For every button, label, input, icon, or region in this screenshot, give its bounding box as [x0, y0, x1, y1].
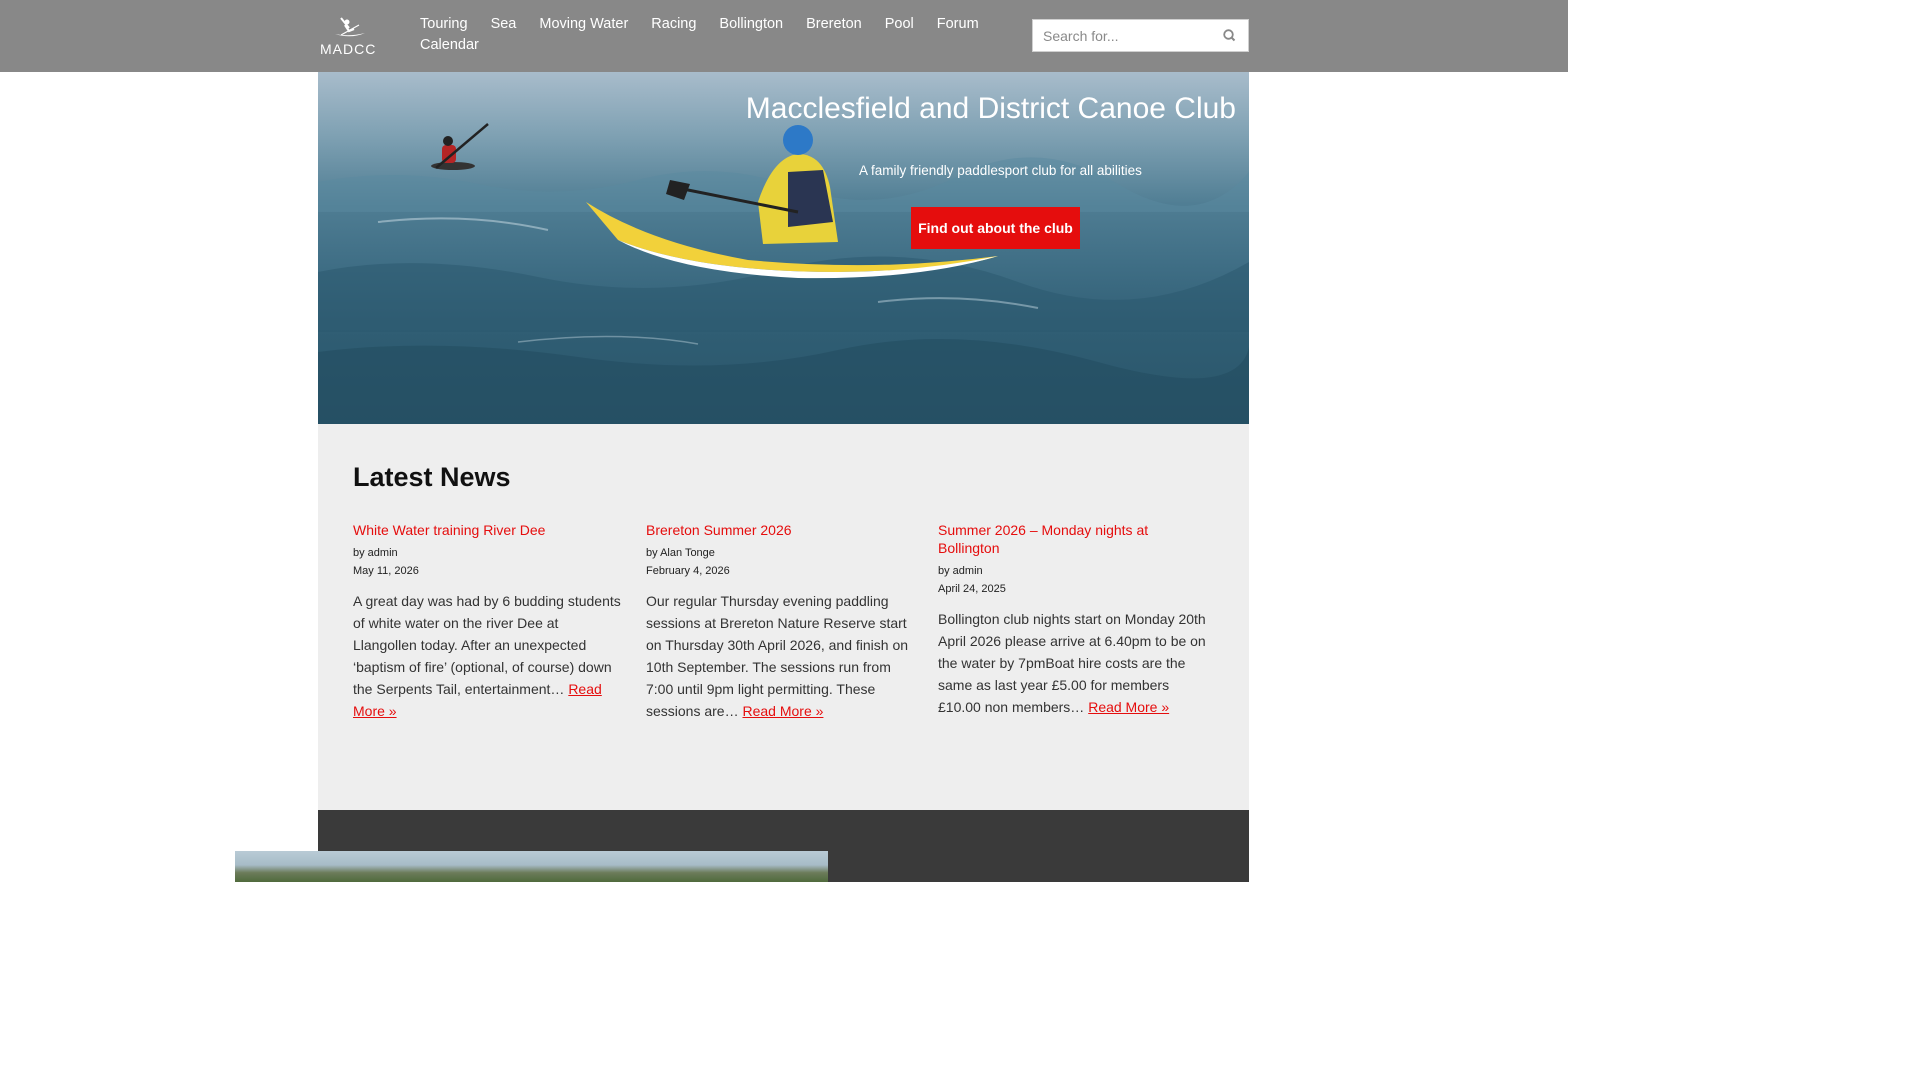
- nav-pool[interactable]: Pool: [885, 14, 914, 35]
- footer-photo: [235, 851, 828, 882]
- hero-banner: Macclesfield and District Canoe Club A f…: [318, 72, 1249, 424]
- news-post: Brereton Summer 2026 by Alan Tonge Febru…: [646, 521, 919, 722]
- nav-touring[interactable]: Touring: [420, 14, 468, 35]
- post-date: February 4, 2026: [646, 565, 730, 577]
- news-post: White Water training River Dee by admin …: [353, 521, 626, 722]
- post-author: by admin: [353, 547, 398, 559]
- news-heading: Latest News: [353, 462, 511, 492]
- find-out-button[interactable]: Find out about the club: [911, 207, 1080, 249]
- nav-brereton[interactable]: Brereton: [806, 14, 862, 35]
- nav-racing[interactable]: Racing: [651, 14, 696, 35]
- post-author: by admin: [938, 565, 983, 577]
- search-icon[interactable]: [1220, 26, 1240, 46]
- nav-bollington[interactable]: Bollington: [719, 14, 783, 35]
- nav-calendar[interactable]: Calendar: [420, 35, 479, 56]
- post-excerpt: Bollington club nights start on Monday 2…: [938, 608, 1211, 718]
- main-nav: Touring Sea Moving Water Racing Bollington Br…: [420, 14, 980, 56]
- logo-text: MADCC: [320, 41, 376, 57]
- post-excerpt: A great day was had by 6 budding student…: [353, 590, 626, 722]
- post-title-link[interactable]: White Water training River Dee: [353, 521, 626, 539]
- post-date: May 11, 2026: [353, 565, 419, 577]
- nav-forum[interactable]: Forum: [937, 14, 979, 35]
- news-post: Summer 2026 – Monday nights at Bollingto…: [938, 521, 1211, 718]
- nav-moving-water[interactable]: Moving Water: [539, 14, 628, 35]
- latest-news-section: Latest News White Water training River D…: [318, 424, 1249, 810]
- post-author: by Alan Tonge: [646, 547, 715, 559]
- read-more-link[interactable]: Read More »: [1088, 699, 1169, 715]
- read-more-link[interactable]: Read More »: [742, 703, 823, 719]
- nav-sea[interactable]: Sea: [491, 14, 517, 35]
- post-title-link[interactable]: Brereton Summer 2026: [646, 521, 919, 539]
- hero-subtitle: A family friendly paddlesport club for a…: [859, 163, 1142, 178]
- madcc-logo[interactable]: MADCC: [319, 14, 383, 58]
- post-excerpt: Our regular Thursday evening paddling se…: [646, 590, 919, 722]
- post-date: April 24, 2025: [938, 583, 1006, 595]
- post-title-link[interactable]: Summer 2026 – Monday nights at Bollingto…: [938, 521, 1211, 557]
- search-input[interactable]: [1033, 20, 1213, 51]
- post-excerpt-text: Our regular Thursday evening paddling se…: [646, 593, 909, 719]
- hero-title: Macclesfield and District Canoe Club: [745, 92, 1236, 125]
- search-box: [1032, 19, 1249, 52]
- site-header: MADCC Touring Sea Moving Water Racing Bollin…: [0, 0, 1568, 72]
